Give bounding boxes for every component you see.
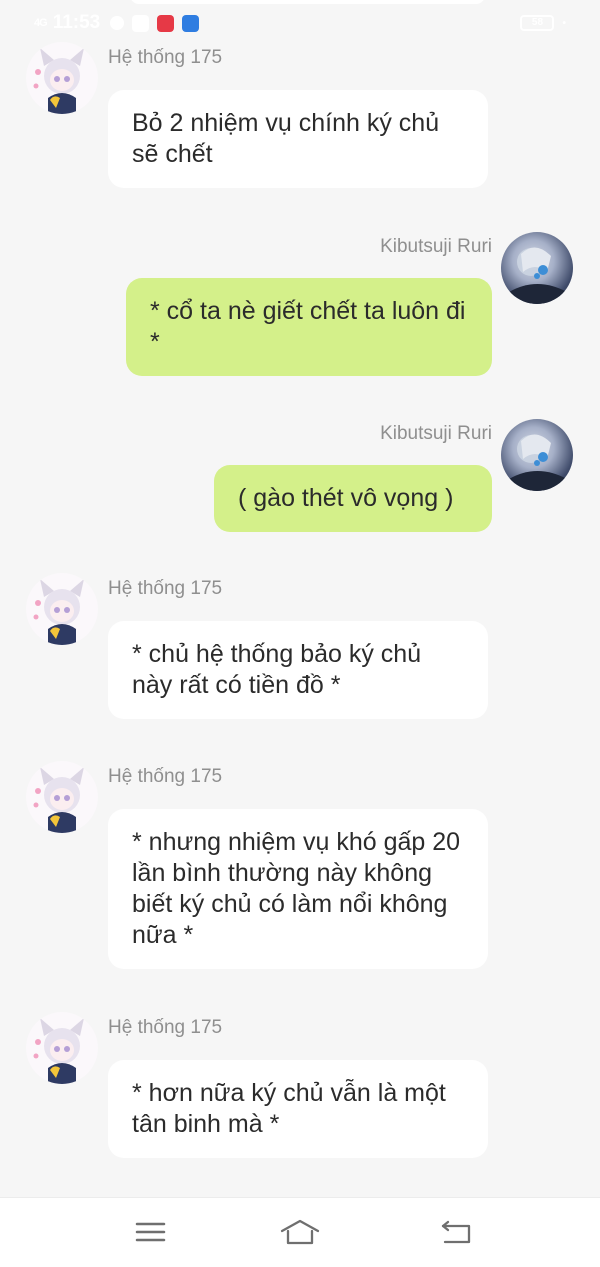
- sender-name: Hệ thống 175: [108, 578, 223, 599]
- message-bubble: Bỏ 2 nhiệm vụ chính ký chủ sẽ chết: [108, 90, 488, 188]
- message-icon: [110, 16, 125, 30]
- message-bubble: * cổ ta nè giết chết ta luôn đi *: [126, 278, 492, 376]
- avatar[interactable]: [501, 232, 573, 304]
- sender-name: Hệ thống 175: [108, 766, 223, 787]
- avatar[interactable]: [26, 573, 98, 645]
- battery-icon: 58: [520, 15, 555, 31]
- signal-indicator: 4G: [34, 17, 48, 29]
- sender-name: Hệ thống 175: [108, 47, 223, 68]
- menu-button[interactable]: [131, 1218, 171, 1248]
- sender-name: Hệ thống 175: [108, 1017, 223, 1038]
- avatar[interactable]: [26, 761, 98, 833]
- previous-message-bubble: [130, 0, 485, 4]
- charging-icon: •: [562, 17, 566, 29]
- navigation-bar: [0, 1197, 600, 1267]
- sender-name: Kibutsuji Ruri: [380, 423, 492, 444]
- avatar[interactable]: [501, 419, 573, 491]
- clock: 11:53: [52, 12, 101, 33]
- status-bar: 4G 11:53 58 •: [0, 0, 600, 46]
- facebook-icon: [132, 14, 150, 32]
- message-bubble: ( gào thét vô vọng ): [214, 465, 492, 532]
- home-button[interactable]: [279, 1218, 320, 1248]
- back-icon: [441, 1220, 471, 1244]
- avatar[interactable]: [26, 1012, 98, 1084]
- back-button[interactable]: [437, 1218, 477, 1248]
- avatar[interactable]: [26, 42, 98, 114]
- noveltoon-icon: [182, 14, 200, 32]
- message-bubble: * hơn nữa ký chủ vẫn là một tân binh mà …: [108, 1060, 488, 1158]
- home-icon: [280, 1219, 320, 1245]
- menu-icon: [135, 1222, 166, 1242]
- mangatoon-icon: [157, 14, 175, 32]
- sender-name: Kibutsuji Ruri: [380, 236, 492, 257]
- message-bubble: * nhưng nhiệm vụ khó gấp 20 lần bình thư…: [108, 809, 488, 969]
- message-bubble: * chủ hệ thống bảo ký chủ này rất có tiề…: [108, 621, 488, 719]
